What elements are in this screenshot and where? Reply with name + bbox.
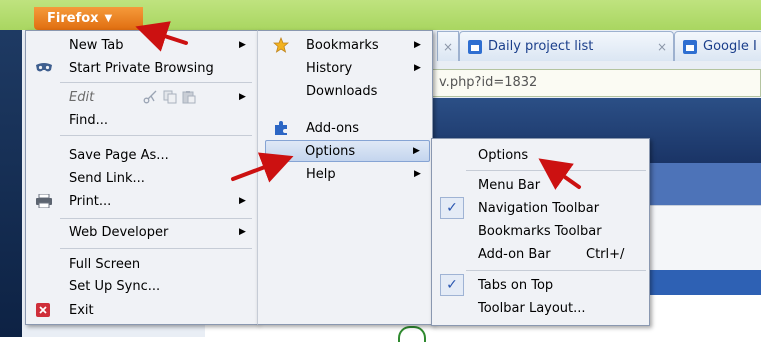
menu-label: Menu Bar bbox=[478, 177, 541, 193]
menu-separator bbox=[60, 82, 252, 83]
submenu-item-add-on-bar[interactable]: Add-on Bar Ctrl+/ bbox=[434, 243, 647, 265]
menu-item-bookmarks[interactable]: Bookmarks ▶ bbox=[260, 34, 430, 56]
submenu-arrow-icon: ▶ bbox=[239, 227, 246, 237]
menu-label: Bookmarks Toolbar bbox=[478, 223, 602, 239]
url-bar[interactable]: v.php?id=1832 bbox=[430, 69, 761, 97]
menu-item-print[interactable]: Print... ▶ bbox=[27, 190, 257, 212]
menu-label: Exit bbox=[69, 302, 94, 318]
menu-item-web-developer[interactable]: Web Developer ▶ bbox=[27, 221, 257, 243]
menu-label: Set Up Sync... bbox=[69, 278, 161, 294]
submenu-arrow-icon: ▶ bbox=[239, 196, 246, 206]
puzzle-piece-icon bbox=[272, 119, 290, 137]
browser-left-edge bbox=[0, 30, 22, 337]
submenu-item-options[interactable]: Options bbox=[434, 144, 647, 166]
check-icon: ✓ bbox=[440, 197, 464, 219]
cut-icon bbox=[142, 89, 158, 105]
tab-close-button[interactable]: × bbox=[437, 31, 459, 61]
submenu-item-menu-bar[interactable]: Menu Bar bbox=[434, 174, 647, 196]
menu-label: Add-on Bar bbox=[478, 246, 551, 262]
menu-label: Send Link... bbox=[69, 170, 145, 186]
submenu-arrow-icon: ▶ bbox=[414, 169, 421, 179]
menu-label: Toolbar Layout... bbox=[478, 300, 586, 316]
menu-label: Options bbox=[478, 147, 529, 163]
firefox-main-menu: New Tab ▶ Start Private Browsing Edit ▶ … bbox=[25, 30, 258, 325]
check-icon: ✓ bbox=[440, 274, 464, 296]
menu-item-find[interactable]: Find... bbox=[27, 109, 257, 131]
menu-label: Navigation Toolbar bbox=[478, 200, 600, 216]
menu-label: Full Screen bbox=[69, 256, 141, 272]
tab-daily-project-list[interactable]: Daily project list × bbox=[459, 31, 674, 61]
menu-label: Bookmarks bbox=[306, 37, 379, 53]
url-text: v.php?id=1832 bbox=[439, 75, 538, 90]
submenu-arrow-icon: ▶ bbox=[239, 92, 246, 102]
firefox-secondary-menu: Bookmarks ▶ History ▶ Downloads Add-ons … bbox=[257, 30, 433, 325]
submenu-arrow-icon: ▶ bbox=[414, 40, 421, 50]
page-favicon-icon bbox=[683, 39, 697, 54]
tab-label: Daily project list bbox=[488, 39, 594, 54]
submenu-arrow-icon: ▶ bbox=[239, 40, 246, 50]
menu-item-options[interactable]: Options ▶ bbox=[265, 140, 430, 162]
paste-icon bbox=[181, 89, 197, 105]
private-browsing-mask-icon bbox=[35, 61, 53, 75]
submenu-arrow-icon: ▶ bbox=[413, 146, 420, 156]
menu-label: History bbox=[306, 60, 353, 76]
menu-label: Help bbox=[306, 166, 336, 182]
tab-label: Google I bbox=[703, 39, 757, 54]
star-icon bbox=[272, 36, 290, 54]
menu-separator bbox=[60, 218, 252, 219]
menu-item-add-ons[interactable]: Add-ons bbox=[260, 117, 430, 139]
menu-item-exit[interactable]: Exit bbox=[27, 299, 257, 321]
menu-item-edit[interactable]: Edit ▶ bbox=[27, 86, 257, 108]
menu-label: Tabs on Top bbox=[478, 277, 554, 293]
menu-separator bbox=[466, 170, 646, 171]
tab-close-icon[interactable]: × bbox=[657, 40, 667, 54]
menu-item-start-private-browsing[interactable]: Start Private Browsing bbox=[27, 57, 257, 79]
chevron-down-icon: ▼ bbox=[104, 13, 113, 24]
menu-separator bbox=[466, 270, 646, 271]
menu-label: Edit bbox=[69, 89, 95, 105]
menu-item-full-screen[interactable]: Full Screen bbox=[27, 253, 257, 275]
page-logo-icon bbox=[398, 326, 426, 342]
menu-item-set-up-sync[interactable]: Set Up Sync... bbox=[27, 275, 257, 297]
firefox-button-label: Firefox bbox=[47, 11, 99, 26]
submenu-arrow-icon: ▶ bbox=[414, 63, 421, 73]
menu-item-new-tab[interactable]: New Tab ▶ bbox=[27, 34, 257, 56]
submenu-item-bookmarks-toolbar[interactable]: Bookmarks Toolbar bbox=[434, 220, 647, 242]
page-favicon-icon bbox=[468, 39, 482, 54]
menu-item-save-page-as[interactable]: Save Page As... bbox=[27, 144, 257, 166]
menu-label: Options bbox=[305, 143, 356, 159]
submenu-item-navigation-toolbar[interactable]: ✓ Navigation Toolbar bbox=[434, 197, 647, 219]
tab-google[interactable]: Google I bbox=[674, 31, 761, 61]
shortcut-label: Ctrl+/ bbox=[586, 246, 625, 262]
submenu-item-toolbar-layout[interactable]: Toolbar Layout... bbox=[434, 297, 647, 319]
menu-label: Print... bbox=[69, 193, 112, 209]
firefox-menu-button[interactable]: Firefox ▼ bbox=[34, 7, 143, 30]
menu-label: Downloads bbox=[306, 83, 378, 99]
copy-icon bbox=[162, 89, 178, 105]
submenu-item-tabs-on-top[interactable]: ✓ Tabs on Top bbox=[434, 274, 647, 296]
menu-label: Web Developer bbox=[69, 224, 169, 240]
menu-label: Add-ons bbox=[306, 120, 360, 136]
options-submenu: Options Menu Bar ✓ Navigation Toolbar Bo… bbox=[431, 138, 650, 326]
menu-label: Find... bbox=[69, 112, 109, 128]
exit-icon bbox=[36, 303, 50, 317]
menu-item-send-link[interactable]: Send Link... bbox=[27, 167, 257, 189]
menu-item-help[interactable]: Help ▶ bbox=[260, 163, 430, 185]
menu-item-history[interactable]: History ▶ bbox=[260, 57, 430, 79]
menu-label: Save Page As... bbox=[69, 147, 169, 163]
printer-icon bbox=[35, 193, 53, 209]
menu-item-downloads[interactable]: Downloads bbox=[260, 80, 430, 102]
menu-label: New Tab bbox=[69, 37, 124, 53]
menu-separator bbox=[60, 135, 252, 136]
menu-label: Start Private Browsing bbox=[69, 60, 214, 76]
menu-separator bbox=[60, 248, 252, 249]
